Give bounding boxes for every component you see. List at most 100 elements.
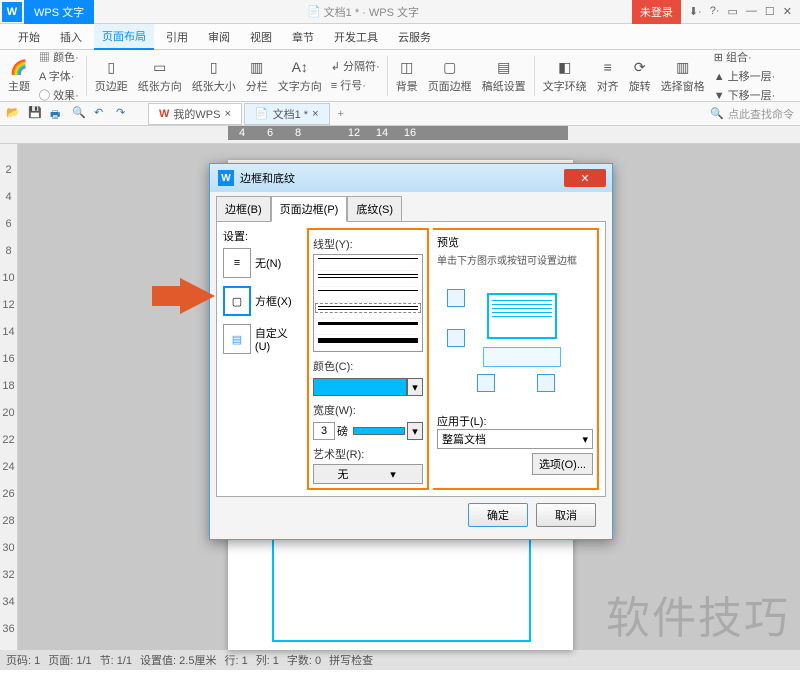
dialog-title: 边框和底纹: [240, 170, 295, 186]
theme-icon: 🌈: [9, 57, 29, 77]
tab-close-icon[interactable]: ×: [312, 108, 318, 120]
tool-line-no[interactable]: ≡ 行号·: [328, 76, 383, 94]
tool-font[interactable]: A 字体·: [36, 67, 82, 85]
preview-label: 预览: [437, 234, 593, 250]
status-page: 页码: 1: [6, 652, 40, 668]
status-indent: 设置值: 2.5厘米: [140, 652, 216, 668]
tool-backward[interactable]: ▼ 下移一层·: [711, 86, 779, 104]
vertical-ruler: 24681012141618202224262830323436: [0, 144, 18, 650]
stationery-icon: ▤: [494, 57, 514, 77]
setting-box[interactable]: ▢方框(X): [223, 286, 303, 316]
ok-button[interactable]: 确定: [468, 503, 528, 527]
color-dropdown-icon[interactable]: ▾: [407, 378, 423, 396]
preview-icon[interactable]: 🔍: [72, 106, 88, 122]
print-icon[interactable]: 🖶: [50, 106, 66, 122]
setting-custom-icon: ▤: [223, 324, 251, 354]
edge-top-button[interactable]: [447, 289, 465, 307]
save-icon[interactable]: 💾: [28, 106, 44, 122]
setting-custom[interactable]: ▤自定义(U): [223, 324, 303, 354]
apply-select[interactable]: 整篇文档▾: [437, 429, 593, 449]
menu-reference[interactable]: 引用: [158, 25, 196, 49]
tool-effect[interactable]: ◯ 效果·: [36, 86, 82, 104]
tool-selpane[interactable]: ▥选择窗格: [657, 55, 709, 96]
tool-wrap[interactable]: ◧文字环绕: [539, 55, 591, 96]
app-name: WPS 文字: [24, 0, 94, 24]
tool-margin[interactable]: ▯页边距: [91, 55, 132, 96]
tool-group-btn[interactable]: ⊞ 组合·: [711, 48, 779, 66]
dialog-tab-page-border[interactable]: 页面边框(P): [271, 196, 348, 222]
dialog-tab-shading[interactable]: 底纹(S): [347, 196, 402, 222]
redo-icon[interactable]: ↷: [116, 106, 132, 122]
cancel-button[interactable]: 取消: [536, 503, 596, 527]
orient-icon: ▭: [150, 57, 170, 77]
tool-stationery[interactable]: ▤稿纸设置: [478, 55, 530, 96]
tool-page-border[interactable]: ▢页面边框: [424, 55, 476, 96]
close-icon[interactable]: ✕: [783, 5, 792, 18]
search-hint[interactable]: 🔍点此查找命令: [710, 106, 794, 122]
art-label: 艺术型(R):: [313, 446, 423, 462]
tab-close-icon[interactable]: ×: [224, 108, 230, 120]
status-section: 节: 1/1: [100, 652, 132, 668]
page-border-icon: ▢: [440, 57, 460, 77]
ribbon-toolbar: 🌈主题 ▦ 颜色· A 字体· ◯ 效果· ▯页边距 ▭纸张方向 ▯纸张大小 ▥…: [0, 50, 800, 102]
help-icon[interactable]: ?·: [710, 5, 720, 18]
menu-insert[interactable]: 插入: [52, 25, 90, 49]
style-label: 线型(Y):: [313, 236, 423, 252]
chevron-down-icon: ▾: [582, 433, 588, 446]
selpane-icon: ▥: [673, 57, 693, 77]
status-chars: 字数: 0: [287, 652, 321, 668]
status-col: 列: 1: [256, 652, 279, 668]
tool-bg[interactable]: ◫背景: [392, 55, 422, 96]
minimize-icon[interactable]: —: [746, 5, 757, 18]
tool-size[interactable]: ▯纸张大小: [188, 55, 240, 96]
options-button[interactable]: 选项(O)...: [532, 453, 593, 475]
menu-view[interactable]: 视图: [242, 25, 280, 49]
color-picker[interactable]: ▾: [313, 378, 423, 396]
edge-right-button[interactable]: [537, 374, 555, 392]
menu-page-layout[interactable]: 页面布局: [94, 24, 154, 50]
width-value[interactable]: 3: [313, 422, 335, 440]
new-tab-icon[interactable]: +: [332, 108, 350, 120]
login-button[interactable]: 未登录: [632, 0, 681, 24]
tool-orient[interactable]: ▭纸张方向: [134, 55, 186, 96]
maximize-icon[interactable]: ☐: [765, 5, 775, 18]
size-icon: ▯: [204, 57, 224, 77]
edge-bottom-button[interactable]: [447, 329, 465, 347]
settings-label: 设置:: [223, 228, 303, 244]
setting-none[interactable]: ≡无(N): [223, 248, 303, 278]
width-label: 宽度(W):: [313, 402, 423, 418]
tab-mywps[interactable]: W我的WPS×: [148, 103, 242, 125]
menu-review[interactable]: 审阅: [200, 25, 238, 49]
tool-color[interactable]: ▦ 颜色·: [36, 48, 82, 66]
chevron-down-icon: ▾: [368, 468, 418, 481]
tool-theme[interactable]: 🌈主题: [4, 55, 34, 96]
tab-doc1[interactable]: 📄文档1 *×: [244, 103, 330, 125]
tool-text-dir[interactable]: A↕文字方向: [274, 55, 326, 96]
tool-columns[interactable]: ▥分栏: [242, 55, 272, 96]
dialog-title-bar[interactable]: W 边框和底纹 ✕: [210, 164, 612, 192]
dialog-close-button[interactable]: ✕: [564, 169, 606, 187]
window-controls: ⬇· ?· ▭ — ☐ ✕: [681, 5, 800, 18]
width-picker[interactable]: 3 磅 ▾: [313, 422, 423, 440]
status-spell[interactable]: 拼写检查: [329, 652, 373, 668]
art-select[interactable]: 无▾: [313, 464, 423, 484]
line-style-list[interactable]: [313, 254, 423, 352]
dialog-icon: W: [218, 170, 234, 186]
menu-dev[interactable]: 开发工具: [326, 25, 386, 49]
undo-icon[interactable]: ↶: [94, 106, 110, 122]
tool-forward[interactable]: ▲ 上移一层·: [711, 67, 779, 85]
tool-break[interactable]: ↲ 分隔符·: [328, 57, 383, 75]
status-line: 行: 1: [224, 652, 247, 668]
edge-left-button[interactable]: [477, 374, 495, 392]
width-unit: 磅: [337, 423, 351, 439]
settings-icon[interactable]: ⬇·: [689, 5, 702, 18]
menu-chapter[interactable]: 章节: [284, 25, 322, 49]
tool-align[interactable]: ≡对齐: [593, 55, 623, 96]
restore-icon[interactable]: ▭: [728, 5, 738, 18]
tool-rotate[interactable]: ⟳旋转: [625, 55, 655, 96]
dialog-tab-border[interactable]: 边框(B): [216, 196, 271, 222]
menu-start[interactable]: 开始: [10, 25, 48, 49]
menu-cloud[interactable]: 云服务: [390, 25, 439, 49]
open-icon[interactable]: 📂: [6, 106, 22, 122]
width-dropdown-icon[interactable]: ▾: [407, 422, 423, 440]
